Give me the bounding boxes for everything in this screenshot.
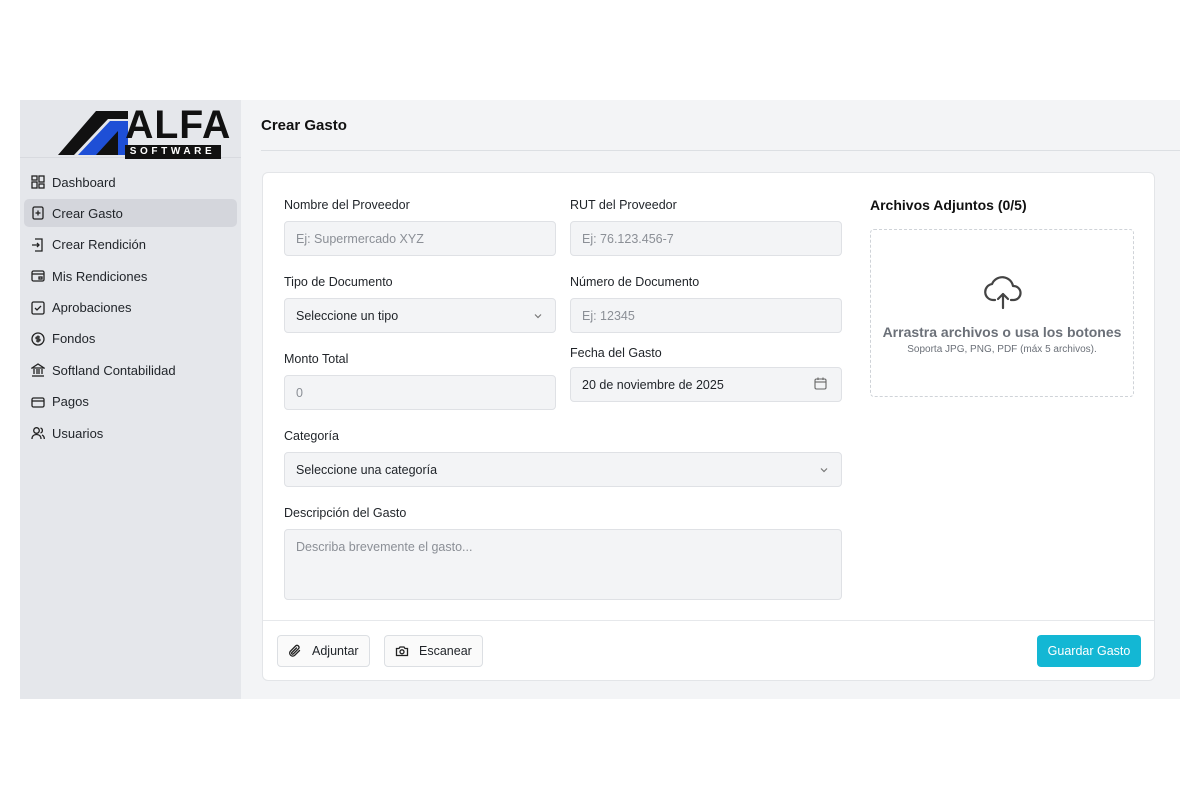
sidebar-item-label: Usuarios — [52, 425, 104, 441]
dropzone-hint: Soporta JPG, PNG, PDF (máx 5 archivos). — [907, 344, 1097, 355]
descripcion-textarea[interactable]: Describa brevemente el gasto... — [284, 529, 842, 600]
sidebar-item-usuarios[interactable]: Usuarios — [24, 419, 237, 447]
footer-divider — [263, 620, 1154, 621]
attach-button-label: Adjuntar — [312, 644, 359, 658]
sidebar-item-softland[interactable]: Softland Contabilidad — [24, 356, 237, 384]
dollar-circle-icon — [31, 332, 45, 346]
checkbox-icon — [31, 300, 45, 315]
sidebar-item-label: Dashboard — [52, 174, 116, 190]
expense-form-card: Nombre del Proveedor Ej: Supermercado XY… — [262, 172, 1155, 681]
rut-placeholder: Ej: 76.123.456-7 — [582, 231, 674, 246]
sidebar-item-label: Aprobaciones — [52, 300, 132, 316]
sidebar-item-label: Crear Gasto — [52, 205, 123, 221]
monto-placeholder: 0 — [296, 385, 303, 400]
page-title: Crear Gasto — [261, 117, 347, 134]
dashboard-grid-icon — [31, 175, 45, 189]
tipo-documento-select[interactable]: Seleccione un tipo — [284, 298, 556, 333]
file-export-icon — [31, 238, 45, 252]
users-icon — [31, 426, 45, 440]
tipo-documento-label: Tipo de Documento — [284, 275, 393, 289]
credit-card-icon — [31, 395, 45, 409]
chevron-down-icon — [819, 464, 829, 478]
tipo-documento-value: Seleccione un tipo — [296, 308, 399, 323]
rut-input[interactable]: Ej: 76.123.456-7 — [570, 221, 842, 256]
logo-area: ALFA SOFTWARE — [20, 100, 241, 159]
chevron-down-icon — [533, 310, 543, 324]
categoria-label: Categoría — [284, 429, 339, 443]
sidebar-item-label: Fondos — [52, 331, 96, 347]
alfa-logo[interactable]: ALFA SOFTWARE — [46, 103, 230, 159]
sidebar-item-aprobaciones[interactable]: Aprobaciones — [24, 294, 237, 322]
sidebar-item-dashboard[interactable]: Dashboard — [24, 168, 237, 196]
monto-label: Monto Total — [284, 352, 349, 366]
numero-documento-placeholder: Ej: 12345 — [582, 308, 635, 323]
cloud-upload-icon — [983, 272, 1023, 315]
logo-tagline: SOFTWARE — [124, 144, 221, 159]
logo-mark-icon — [57, 110, 128, 155]
save-expense-button[interactable]: Guardar Gasto — [1037, 635, 1141, 667]
sidebar-item-label: Crear Rendición — [52, 237, 146, 253]
sidebar-item-label: Pagos — [52, 394, 89, 410]
sidebar-item-crear-rendicion[interactable]: Crear Rendición — [24, 231, 237, 259]
scan-button[interactable]: Escanear — [384, 635, 483, 667]
sidebar-item-label: Softland Contabilidad — [52, 362, 176, 378]
sidebar: ALFA SOFTWARE Dashboard Crear Gasto Crea… — [20, 100, 241, 699]
file-dropzone[interactable]: Arrastra archivos o usa los botones Sopo… — [870, 229, 1134, 397]
app-window: ALFA SOFTWARE Dashboard Crear Gasto Crea… — [20, 100, 1180, 699]
sidebar-item-crear-gasto[interactable]: Crear Gasto — [24, 199, 237, 228]
categoria-select[interactable]: Seleccione una categoría — [284, 452, 842, 487]
scan-button-label: Escanear — [419, 644, 472, 658]
save-button-label: Guardar Gasto — [1047, 644, 1131, 658]
numero-documento-label: Número de Documento — [570, 275, 700, 289]
fecha-value: 20 de noviembre de 2025 — [582, 377, 724, 392]
numero-documento-input[interactable]: Ej: 12345 — [570, 298, 842, 333]
sidebar-item-pagos[interactable]: Pagos — [24, 388, 237, 416]
bank-icon — [31, 363, 45, 377]
descripcion-label: Descripción del Gasto — [284, 506, 407, 520]
proveedor-label: Nombre del Proveedor — [284, 198, 410, 212]
attach-button[interactable]: Adjuntar — [277, 635, 370, 667]
sidebar-nav: Dashboard Crear Gasto Crear Rendición Mi… — [20, 158, 241, 447]
document-icon — [31, 269, 45, 283]
dropzone-title: Arrastra archivos o usa los botones — [882, 324, 1122, 340]
attachments-title: Archivos Adjuntos (0/5) — [870, 197, 1027, 213]
file-plus-icon — [31, 206, 45, 221]
calendar-icon[interactable] — [814, 377, 827, 393]
descripcion-placeholder: Describa brevemente el gasto... — [296, 540, 473, 554]
camera-icon — [395, 644, 409, 658]
sidebar-item-label: Mis Rendiciones — [52, 268, 148, 284]
fecha-label: Fecha del Gasto — [570, 346, 662, 360]
rut-label: RUT del Proveedor — [570, 198, 677, 212]
logo-wordmark: ALFA — [124, 102, 231, 147]
monto-input[interactable]: 0 — [284, 375, 556, 410]
sidebar-item-fondos[interactable]: Fondos — [24, 325, 237, 353]
main-content: Crear Gasto Nombre del Proveedor Ej: Sup… — [241, 100, 1180, 699]
proveedor-placeholder: Ej: Supermercado XYZ — [296, 231, 424, 246]
fecha-input[interactable]: 20 de noviembre de 2025 — [570, 367, 842, 402]
header-divider — [261, 150, 1180, 151]
proveedor-input[interactable]: Ej: Supermercado XYZ — [284, 221, 556, 256]
categoria-value: Seleccione una categoría — [296, 462, 438, 477]
sidebar-item-mis-rendiciones[interactable]: Mis Rendiciones — [24, 262, 237, 290]
paperclip-icon — [288, 644, 302, 658]
